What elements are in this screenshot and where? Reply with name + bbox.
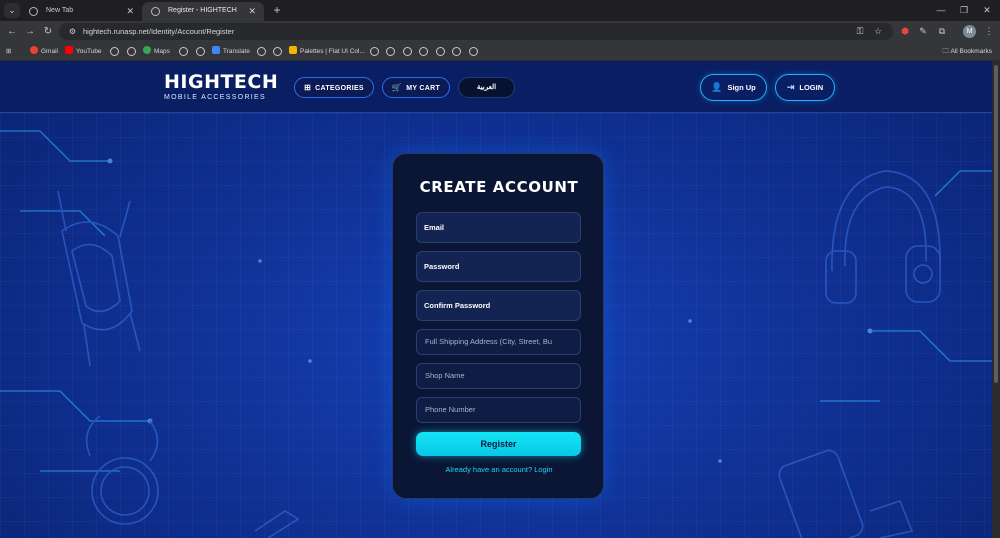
new-tab-button[interactable]: +: [270, 2, 284, 19]
globe-icon: [29, 7, 38, 16]
globe-icon[interactable]: [273, 47, 282, 56]
phone-illustration: [778, 449, 914, 538]
globe-icon[interactable]: [469, 47, 478, 56]
close-tab-icon[interactable]: ✕: [126, 2, 134, 20]
bookmark-palettes[interactable]: Palettes | Flat UI Col...: [289, 42, 365, 61]
globe-icon[interactable]: [386, 47, 395, 56]
globe-icon[interactable]: [257, 47, 266, 56]
address-bar[interactable]: ⚙ hightech.runasp.net/Identity/Account/R…: [59, 23, 893, 40]
grid-icon: ⊞: [304, 83, 312, 92]
key-icon[interactable]: ⚿: [853, 24, 867, 39]
maps-icon: [143, 46, 151, 54]
browser-toolbar: ← → ↻ ⚙ hightech.runasp.net/Identity/Acc…: [0, 21, 1000, 42]
smartwatch-illustration: [57, 190, 141, 367]
login-arrow-icon: ⇥: [786, 82, 795, 92]
bookmark-youtube[interactable]: YouTube: [65, 42, 102, 61]
bookmark-translate[interactable]: Translate: [212, 42, 250, 61]
palette-icon: [289, 46, 297, 54]
globe-icon[interactable]: [452, 47, 461, 56]
gmail-icon: [30, 46, 38, 54]
password-field[interactable]: Password: [416, 251, 581, 282]
extension-shield-icon[interactable]: ⬢: [898, 24, 912, 39]
site-info-icon[interactable]: ⚙: [67, 26, 78, 37]
headphones-illustration: [825, 170, 941, 304]
pen-icon[interactable]: ✎: [916, 24, 930, 39]
language-button[interactable]: العربية: [458, 77, 515, 98]
extensions-puzzle-icon[interactable]: ⧉: [935, 24, 949, 39]
register-button[interactable]: Register: [416, 432, 581, 456]
globe-icon[interactable]: [419, 47, 428, 56]
globe-icon[interactable]: [403, 47, 412, 56]
apps-grid-icon[interactable]: ⊞: [6, 42, 11, 61]
cart-icon: 🛒: [391, 83, 403, 92]
page-viewport: HIGHTECH MOBILE ACCESSORIES ⊞ CATEGORIES …: [0, 61, 992, 538]
bookmark-star-icon[interactable]: ☆: [871, 24, 885, 39]
address-input[interactable]: Full Shipping Address (City, Street, Bu: [416, 329, 581, 355]
globe-icon[interactable]: [110, 47, 119, 56]
youtube-icon: [65, 46, 73, 54]
globe-icon[interactable]: [179, 47, 188, 56]
globe-icon[interactable]: [370, 47, 379, 56]
browser-tab-bar: ⌄ New Tab ✕ Register - HIGHTECH ✕ + — ❐ …: [0, 0, 1000, 21]
user-plus-icon: 👤: [711, 82, 723, 92]
site-logo[interactable]: HIGHTECH MOBILE ACCESSORIES: [164, 71, 279, 102]
bookmarks-bar: ⊞ Gmail YouTube Maps Translate Palettes …: [0, 42, 1000, 61]
profile-avatar[interactable]: M: [963, 25, 976, 38]
scrollbar-thumb[interactable]: [994, 65, 998, 383]
page-scrollbar[interactable]: [992, 61, 1000, 538]
close-tab-icon[interactable]: ✕: [248, 2, 256, 20]
shop-name-input[interactable]: Shop Name: [416, 363, 581, 389]
bookmark-gmail[interactable]: Gmail: [30, 42, 58, 61]
tab-title: Register - HIGHTECH: [168, 7, 237, 14]
tab-register[interactable]: Register - HIGHTECH ✕: [142, 2, 264, 21]
tab-new-tab[interactable]: New Tab ✕: [20, 2, 142, 21]
close-window-button[interactable]: ✕: [980, 2, 994, 18]
categories-button[interactable]: ⊞ CATEGORIES: [294, 77, 374, 98]
translate-icon: [212, 46, 220, 54]
phone-number-input[interactable]: Phone Number: [416, 397, 581, 423]
menu-dots-icon[interactable]: ⋮: [982, 24, 996, 39]
signup-button[interactable]: 👤 Sign Up: [700, 74, 767, 101]
register-card: CREATE ACCOUNT Email Password Confirm Pa…: [392, 153, 604, 499]
my-cart-button[interactable]: 🛒 MY CART: [382, 77, 450, 98]
minimize-button[interactable]: —: [934, 2, 948, 18]
site-header: HIGHTECH MOBILE ACCESSORIES ⊞ CATEGORIES …: [0, 61, 992, 113]
earbuds-illustration: [85, 415, 300, 538]
all-bookmarks[interactable]: 🗀 All Bookmarks: [943, 42, 993, 61]
globe-icon[interactable]: [196, 47, 205, 56]
globe-icon: [151, 7, 160, 16]
logo-wordmark: HIGHTECH: [164, 71, 279, 93]
globe-icon[interactable]: [436, 47, 445, 56]
restore-button[interactable]: ❐: [957, 2, 971, 18]
tab-title: New Tab: [46, 7, 74, 14]
logo-tagline: MOBILE ACCESSORIES: [164, 94, 266, 101]
back-button[interactable]: ←: [5, 24, 19, 39]
login-button[interactable]: ⇥ LOGIN: [775, 74, 835, 101]
login-link[interactable]: Already have an account? Login: [393, 465, 605, 474]
form-title: CREATE ACCOUNT: [419, 178, 579, 196]
bookmark-maps[interactable]: Maps: [143, 42, 170, 61]
tab-search-button[interactable]: ⌄: [4, 3, 20, 18]
reload-button[interactable]: ↻: [41, 24, 55, 39]
globe-icon[interactable]: [127, 47, 136, 56]
forward-button[interactable]: →: [23, 24, 37, 39]
confirm-password-field[interactable]: Confirm Password: [416, 290, 581, 321]
url-text: hightech.runasp.net/Identity/Account/Reg…: [83, 27, 235, 36]
email-field[interactable]: Email: [416, 212, 581, 243]
